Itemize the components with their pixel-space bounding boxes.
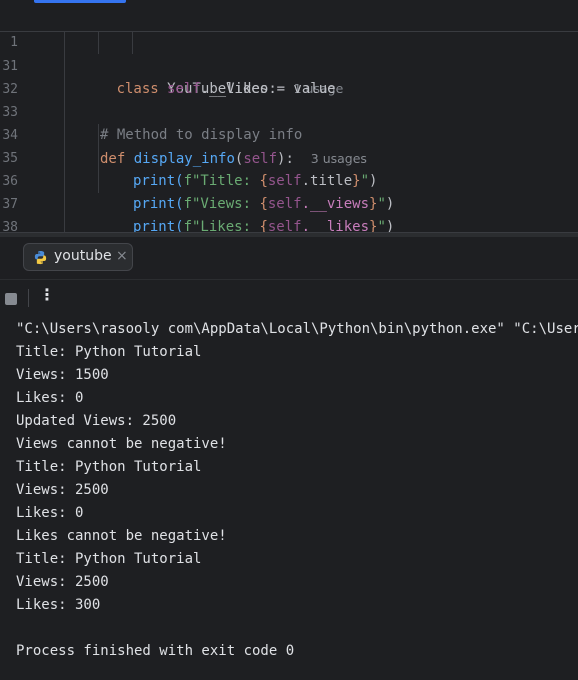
code-line[interactable]: 31 self.__likes = value xyxy=(0,32,578,97)
more-vertical-icon[interactable]: ⋮ xyxy=(39,285,55,304)
console-line: Title: Python Tutorial xyxy=(16,551,202,567)
stop-icon[interactable] xyxy=(5,293,17,305)
code-line[interactable]: 37 print(f"Likes: {self.__likes}") xyxy=(0,170,578,232)
editor-tab-accent xyxy=(34,0,126,3)
console-line: Likes: 0 xyxy=(16,505,84,521)
run-toolbar: ⋮ xyxy=(0,280,578,314)
code-line[interactable]: 33 # Method to display info xyxy=(0,78,578,143)
console-line: Views cannot be negative! xyxy=(16,436,227,452)
code-line[interactable]: 32 xyxy=(0,55,578,97)
code-line[interactable]: 39 xyxy=(0,216,578,232)
code-line[interactable]: 36 print(f"Views: {self.__views}") xyxy=(0,147,578,212)
code-editor[interactable]: 1 class YouTubeVideo: 1 usage 31 self.__… xyxy=(0,0,578,232)
console-line: Views: 2500 xyxy=(16,574,109,590)
console-line: Updated Views: 2500 xyxy=(16,413,177,429)
console-line: Likes: 300 xyxy=(16,597,101,613)
console-line: Process finished with exit code 0 xyxy=(16,643,295,659)
run-tab-bar: youtube × xyxy=(0,237,578,280)
console-line: Title: Python Tutorial xyxy=(16,459,202,475)
toolbar-divider xyxy=(28,289,29,307)
close-icon[interactable]: × xyxy=(116,248,128,264)
console-line: Title: Python Tutorial xyxy=(16,344,202,360)
console-line: Views: 1500 xyxy=(16,367,109,383)
sticky-header-line[interactable]: 1 class YouTubeVideo: 1 usage xyxy=(0,8,578,97)
code-line[interactable]: 34 def display_info(self): 3 usages xyxy=(0,101,578,167)
python-icon xyxy=(34,250,47,265)
console-line: "C:\Users\rasooly com\AppData\Local\Pyth… xyxy=(16,321,578,337)
run-console-output[interactable]: "C:\Users\rasooly com\AppData\Local\Pyth… xyxy=(0,314,578,680)
console-line: Views: 2500 xyxy=(16,482,109,498)
console-line: Likes: 0 xyxy=(16,390,84,406)
run-tab-youtube[interactable]: youtube × xyxy=(23,243,133,271)
code-line[interactable]: 35 print(f"Title: {self.title}") xyxy=(0,124,578,189)
tab-label: youtube xyxy=(54,248,112,264)
code-line[interactable]: 38 xyxy=(0,193,578,232)
console-line: Likes cannot be negative! xyxy=(16,528,227,544)
